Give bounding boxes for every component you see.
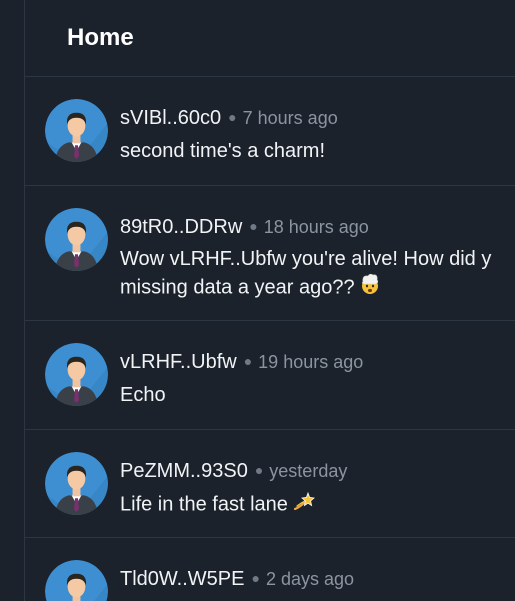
post-text-line: Echo — [120, 384, 166, 406]
app-screen: Home sVIBl..60c0 ● 7 hours ago second ti… — [0, 0, 515, 601]
post-meta: PeZMM..93S0 ● yesterday — [120, 459, 347, 484]
post-username[interactable]: Tld0W..W5PE — [120, 568, 244, 590]
post-meta: Tld0W..W5PE ● 2 days ago — [120, 567, 354, 592]
feed-column: Home sVIBl..60c0 ● 7 hours ago second ti… — [25, 0, 515, 601]
dizzy-emoji-icon — [292, 490, 316, 520]
separator-dot: ● — [251, 570, 260, 586]
post-username[interactable]: vLRHF..Ubfw — [120, 351, 237, 373]
user-avatar-icon — [45, 452, 108, 515]
post-text-line-wrap: Life in the fast lane — [120, 490, 515, 520]
post-username[interactable]: 89tR0..DDRw — [120, 216, 242, 238]
post-item[interactable]: vLRHF..Ubfw ● 19 hours ago Echo — [25, 321, 515, 430]
separator-dot: ● — [254, 462, 264, 478]
post-meta: vLRHF..Ubfw ● 19 hours ago — [120, 350, 363, 375]
separator-dot: ● — [228, 109, 237, 125]
avatar[interactable] — [45, 560, 108, 601]
post-text-line: missing data a year ago?? — [120, 276, 355, 299]
separator-dot: ● — [249, 218, 258, 234]
post-text-line: Life in the fast lane — [120, 493, 288, 516]
feed-header: Home — [25, 0, 515, 77]
user-avatar-icon — [45, 208, 108, 271]
avatar[interactable] — [45, 452, 108, 515]
avatar[interactable] — [45, 99, 108, 162]
post-text-line-wrap: missing data a year ago?? — [120, 273, 515, 303]
exploding-head-emoji-icon — [359, 273, 381, 303]
post-item[interactable]: sVIBl..60c0 ● 7 hours ago second time's a … — [25, 77, 515, 186]
post-meta: sVIBl..60c0 ● 7 hours ago — [120, 106, 338, 131]
post-username[interactable]: PeZMM..93S0 — [120, 460, 248, 482]
user-avatar-icon — [45, 560, 108, 601]
post-text-line: second time's a charm! — [120, 140, 326, 162]
post-meta: 89tR0..DDRw ● 18 hours ago — [120, 215, 369, 240]
post-timestamp[interactable]: yesterday — [269, 461, 347, 481]
user-avatar-icon — [45, 99, 108, 162]
post-text-line: Wow vLRHF..Ubfw you're alive! How did y — [120, 248, 492, 270]
post-item[interactable]: Tld0W..W5PE ● 2 days ago — [25, 538, 515, 601]
post-body: second time's a charm! — [120, 137, 515, 165]
post-item[interactable]: 89tR0..DDRw ● 18 hours ago Wow vLRHF..Ubfw… — [25, 186, 515, 321]
page-title: Home — [67, 24, 134, 51]
post-body: Echo — [120, 381, 515, 409]
post-timestamp[interactable]: 18 hours ago — [264, 217, 369, 237]
post-timestamp[interactable]: 7 hours ago — [243, 108, 338, 128]
post-timestamp[interactable]: 19 hours ago — [258, 352, 363, 372]
post-username[interactable]: sVIBl..60c0 — [120, 107, 221, 129]
left-rail — [0, 0, 25, 601]
avatar[interactable] — [45, 343, 108, 406]
post-body: Life in the fast lane — [120, 490, 515, 520]
separator-dot: ● — [243, 353, 253, 369]
user-avatar-icon — [45, 343, 108, 406]
avatar[interactable] — [45, 208, 108, 271]
post-item[interactable]: PeZMM..93S0 ● yesterday Life in the fast l… — [25, 430, 515, 538]
post-timestamp[interactable]: 2 days ago — [266, 569, 354, 589]
post-body: Wow vLRHF..Ubfw you're alive! How did y … — [120, 245, 515, 303]
